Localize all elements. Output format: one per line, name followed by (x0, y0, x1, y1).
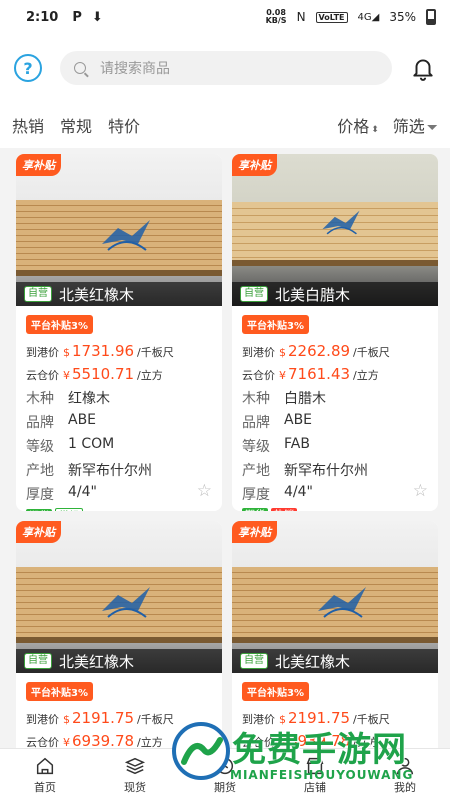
spec-row: 品牌 ABE (242, 412, 313, 431)
port-price-row: 到港价 $2191.75/千板尺 (242, 709, 390, 727)
hot-tag: 热销 (271, 508, 297, 511)
warehouse-price-row: 云仓价 ¥5510.71/立方 (26, 365, 163, 383)
nfc-icon: N (296, 10, 306, 24)
top-bar: ? 请搜索商品 (0, 34, 450, 102)
battery-icon (426, 9, 436, 25)
product-title-bar: 自营 北美红橡木 (16, 649, 222, 673)
port-price-row: 到港价 $2262.89/千板尺 (242, 342, 390, 360)
spec-row: 等级 FAB (242, 436, 310, 455)
product-grid: 享补贴 自营 北美红橡木 平台补贴3% 到港价 $1731.96/千板尺 云仓价 ¥… (0, 148, 450, 761)
filter-bar: 热销 常规 特价 价格 ⬍ 筛选 ⏷ (0, 102, 450, 148)
port-price-row: 到港价 $1731.96/千板尺 (26, 342, 174, 360)
sort-arrows-icon: ⬍ (371, 125, 379, 135)
filter-button[interactable]: 筛选 ⏷ (393, 113, 438, 137)
brand-logo-icon (318, 587, 367, 618)
brand-logo-icon (102, 220, 151, 251)
question-icon[interactable]: ? (14, 54, 42, 82)
spec-row: 木种 白腊木 (242, 391, 326, 407)
product-title: 北美红橡木 (59, 285, 135, 304)
home-icon (36, 757, 54, 774)
self-operated-tag: 自营 (240, 653, 268, 669)
product-photo: 享补贴 自营 北美红橡木 (16, 521, 222, 673)
subsidy-badge: 享补贴 (16, 521, 61, 543)
brand-logo-icon (321, 210, 360, 235)
volte-badge: VoLTE (315, 11, 348, 23)
user-icon (396, 757, 414, 774)
search-icon (74, 62, 86, 74)
funnel-icon: ⏷ (426, 120, 438, 136)
spec-row: 产地 新罕布什尔州 (26, 463, 152, 479)
product-card[interactable]: 享补贴 自营 北美红橡木 平台补贴3% 到港价 $2191.75/千板尺 云仓价 ¥… (232, 521, 438, 761)
product-title: 北美白腊木 (275, 285, 351, 304)
subsidy-badge: 享补贴 (16, 154, 61, 176)
status-right: 0.08 KB/S N VoLTE 4G◢ 35% (266, 9, 436, 25)
spec-row: 等级 1 COM (26, 436, 115, 455)
tab-hot[interactable]: 热销 (12, 113, 44, 137)
product-title-bar: 自营 北美红橡木 (232, 649, 438, 673)
bottom-nav: 首页 现货 期货 店铺 我的 (0, 748, 450, 800)
product-tags: 期货 常规 (26, 508, 212, 511)
self-operated-tag: 自营 (240, 286, 268, 302)
platform-subsidy-tag: 平台补贴3% (242, 682, 309, 701)
search-input[interactable]: 请搜索商品 (60, 51, 392, 85)
status-notification-icons: P ⬇ (72, 10, 102, 25)
product-title-bar: 自营 北美红橡木 (16, 282, 222, 306)
favorite-star-icon[interactable]: ☆ (413, 481, 428, 501)
platform-subsidy-tag: 平台补贴3% (242, 315, 309, 334)
tab-special[interactable]: 特价 (108, 113, 140, 137)
brand-logo-icon (102, 587, 151, 618)
product-tags: 期货 热销 (242, 508, 428, 511)
battery-percent: 35% (389, 10, 416, 24)
platform-subsidy-tag: 平台补贴3% (26, 315, 93, 334)
warehouse-price-row: 云仓价 ¥7161.43/立方 (242, 365, 379, 383)
tab-regular[interactable]: 常规 (60, 113, 92, 137)
spec-row: 厚度 4/4" (26, 484, 97, 503)
platform-subsidy-tag: 平台补贴3% (26, 682, 93, 701)
port-price-row: 到港价 $2191.75/千板尺 (26, 709, 174, 727)
spec-row: 品牌 ABE (26, 412, 97, 431)
layers-icon (124, 757, 146, 774)
spec-row: 产地 新罕布什尔州 (242, 463, 368, 479)
nav-home[interactable]: 首页 (0, 749, 90, 800)
spec-row: 木种 红橡木 (26, 391, 110, 407)
parking-icon: P (72, 9, 82, 25)
price-sort-button[interactable]: 价格 ⬍ (337, 113, 379, 137)
product-photo: 享补贴 自营 北美白腊木 (232, 154, 438, 306)
product-title: 北美红橡木 (275, 652, 351, 671)
bell-icon[interactable] (410, 55, 436, 81)
spec-row: 厚度 4/4" (242, 484, 313, 503)
search-placeholder: 请搜索商品 (100, 61, 170, 77)
self-operated-tag: 自营 (24, 286, 52, 302)
product-title-bar: 自营 北美白腊木 (232, 282, 438, 306)
futures-tag: 期货 (242, 508, 268, 511)
product-card[interactable]: 享补贴 自营 北美白腊木 平台补贴3% 到港价 $2262.89/千板尺 云仓价 ¥… (232, 154, 438, 511)
nav-spot[interactable]: 现货 (90, 749, 180, 800)
product-card[interactable]: 享补贴 自营 北美红橡木 平台补贴3% 到港价 $2191.75/千板尺 云仓价 ¥… (16, 521, 222, 761)
shop-icon (306, 757, 324, 774)
product-photo: 享补贴 自营 北美红橡木 (232, 521, 438, 673)
download-icon: ⬇ (91, 9, 103, 25)
nav-futures[interactable]: 期货 (180, 749, 270, 800)
favorite-star-icon[interactable]: ☆ (197, 481, 212, 501)
nav-mine[interactable]: 我的 (360, 749, 450, 800)
product-card[interactable]: 享补贴 自营 北美红橡木 平台补贴3% 到港价 $1731.96/千板尺 云仓价 ¥… (16, 154, 222, 511)
product-title: 北美红橡木 (59, 652, 135, 671)
signal-icon: 4G◢ (357, 11, 380, 23)
nav-shop[interactable]: 店铺 (270, 749, 360, 800)
subsidy-badge: 享补贴 (232, 154, 277, 176)
status-time: 2:10 (26, 9, 59, 25)
regular-tag: 常规 (55, 508, 83, 511)
futures-tag: 期货 (26, 509, 52, 511)
subsidy-badge: 享补贴 (232, 521, 277, 543)
status-bar: 2:10 P ⬇ 0.08 KB/S N VoLTE 4G◢ 35% (0, 0, 450, 34)
futures-icon (216, 757, 234, 774)
network-speed: 0.08 KB/S (265, 8, 287, 25)
product-photo: 享补贴 自营 北美红橡木 (16, 154, 222, 306)
self-operated-tag: 自营 (24, 653, 52, 669)
